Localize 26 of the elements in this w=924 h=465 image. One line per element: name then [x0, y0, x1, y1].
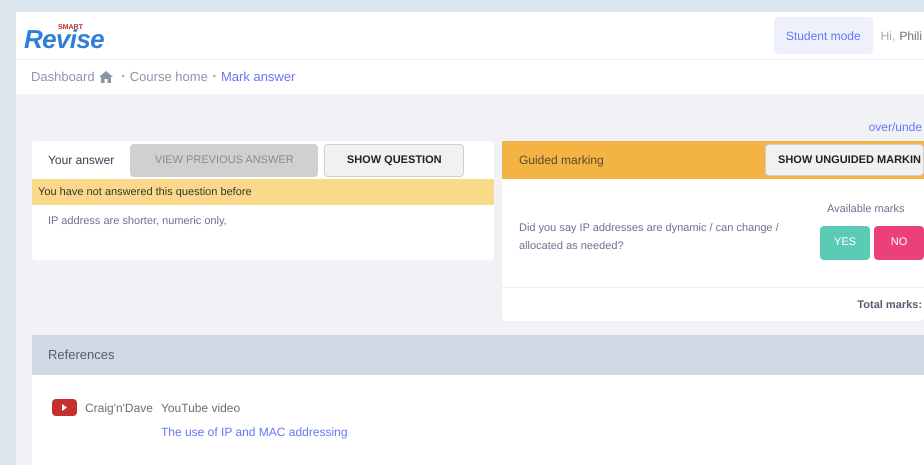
greeting-text: Hi,: [880, 28, 896, 44]
separator-dot: •: [122, 70, 125, 84]
panel-title: Guided marking: [519, 152, 604, 169]
available-marks-label: Available marks: [827, 202, 906, 217]
answer-text: IP address are shorter, numeric only,: [47, 214, 228, 229]
total-marks-label: Total marks:: [857, 298, 922, 313]
student-mode-button[interactable]: Student mode: [774, 17, 873, 54]
mark-choice-button[interactable]: NO: [874, 226, 924, 260]
breadcrumb-link[interactable]: Dashboard: [31, 67, 95, 87]
panel-button[interactable]: SHOW QUESTION: [324, 144, 464, 176]
breadcrumb-link[interactable]: Mark answer: [220, 67, 296, 87]
reference-link[interactable]: The use of IP and MAC addressing: [160, 423, 348, 441]
notice-bar: You have not answered this question before: [32, 179, 494, 205]
reference-author: Craig'n'Dave: [85, 400, 153, 417]
user-name: Phili: [899, 28, 922, 44]
video-play-icon: [52, 399, 77, 416]
marking-question: Did you say IP addresses are dynamic / can change / allocated as needed?: [519, 221, 779, 254]
section-title: References: [48, 346, 114, 364]
over-under-link[interactable]: over/unde: [868, 118, 922, 141]
breadcrumb-link[interactable]: Course home: [130, 67, 208, 87]
panel-title: Your answer: [48, 152, 114, 169]
home-icon: [98, 71, 113, 84]
reference-type: YouTube video: [160, 400, 242, 417]
unguided-marking-button[interactable]: SHOW UNGUIDED MARKIN: [765, 144, 924, 176]
mark-choice-button[interactable]: YES: [820, 226, 870, 260]
separator-dot: •: [212, 70, 216, 84]
